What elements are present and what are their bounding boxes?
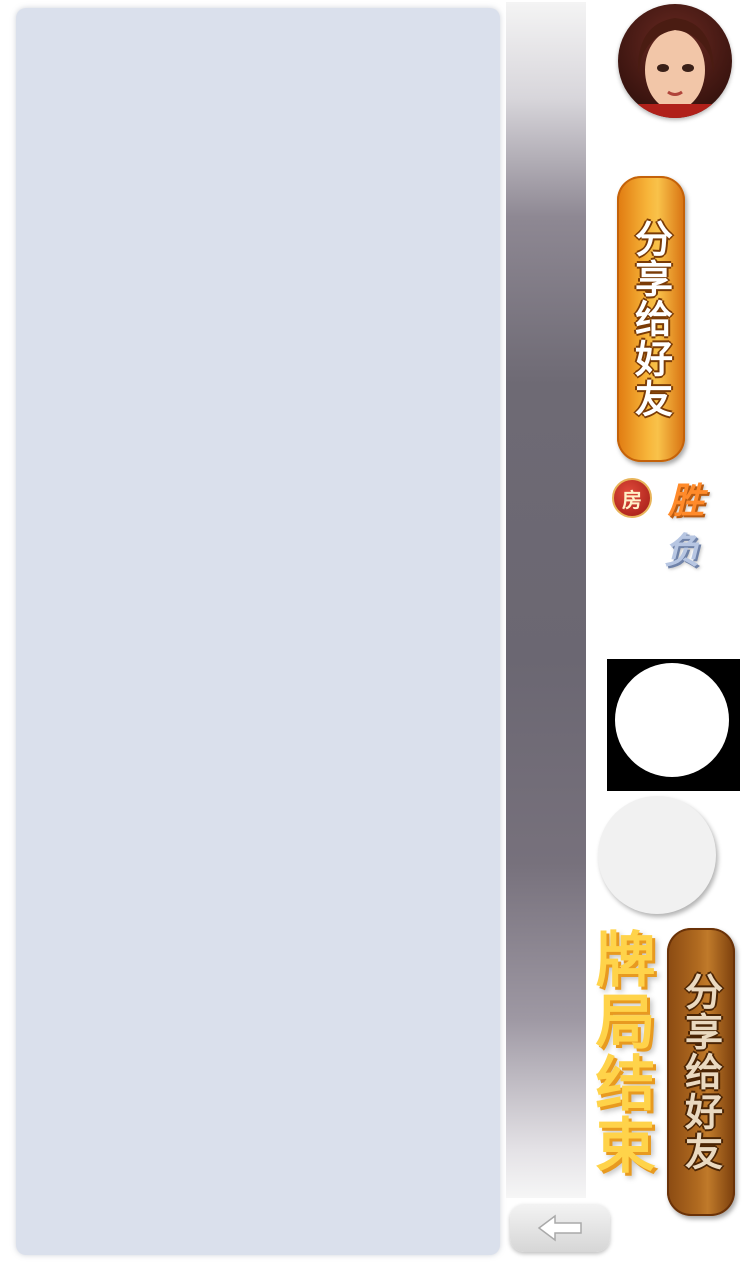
- share-to-friends-button[interactable]: 分享给好友: [617, 176, 685, 462]
- win-label: 胜: [668, 481, 705, 522]
- content-panel: [16, 8, 500, 1255]
- player-avatar: [618, 4, 732, 118]
- back-button[interactable]: [510, 1204, 610, 1252]
- side-gradient-bar: [506, 2, 586, 1198]
- share-to-friends-button-secondary[interactable]: 分享给好友: [667, 928, 735, 1216]
- room-badge: 房: [612, 478, 652, 518]
- game-over-title: 牌局结束: [585, 928, 655, 1176]
- lose-label: 负: [664, 531, 701, 572]
- white-circle: [615, 663, 729, 777]
- share-button-label: 分享给好友: [628, 219, 673, 419]
- grey-circle: [598, 796, 716, 914]
- arrow-left-icon: [537, 1214, 582, 1242]
- share-button-label-secondary: 分享给好友: [678, 972, 723, 1172]
- avatar-portrait-icon: [637, 18, 714, 118]
